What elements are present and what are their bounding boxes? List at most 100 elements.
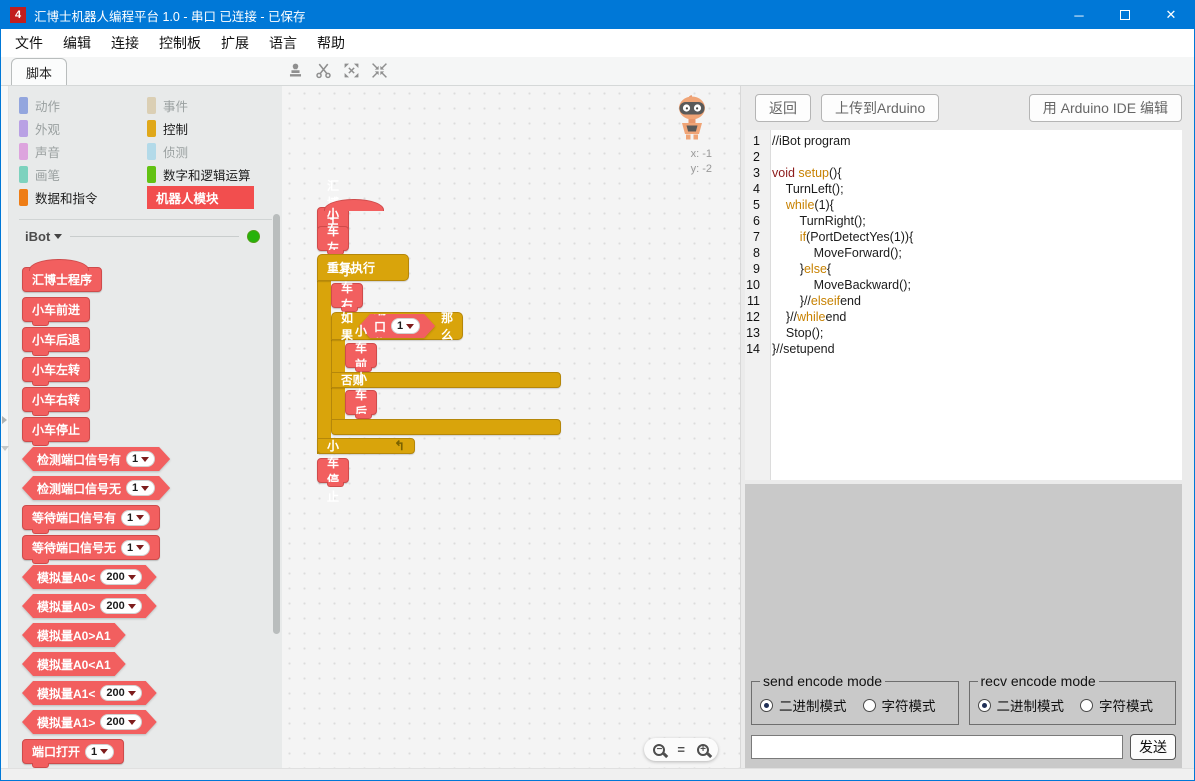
category-item-1[interactable]: 动作 <box>19 94 147 117</box>
category-item-2[interactable]: 外观 <box>19 117 147 140</box>
category-list: 动作外观声音画笔数据和指令 事件控制侦测数字和逻辑运算机器人模块 <box>9 86 282 213</box>
palette-block[interactable]: 小车后退 <box>22 327 90 352</box>
category-item-7[interactable]: 控制 <box>147 117 280 140</box>
menu-item-4[interactable]: 控制板 <box>149 29 211 57</box>
palette-block[interactable]: 模拟量A0< 200 <box>22 565 157 589</box>
edit-in-ide-button[interactable]: 用 Arduino IDE 编辑 <box>1029 94 1182 122</box>
palette-block[interactable]: 等待端口信号无1 <box>22 535 160 560</box>
splitter-scroll-icon[interactable] <box>1 446 9 455</box>
script-condition-block[interactable]: 检测端口信号有 1 <box>359 314 435 338</box>
radio-label: 二进制模式 <box>997 695 1065 715</box>
maximize-button[interactable] <box>1102 1 1148 29</box>
palette-block[interactable]: 模拟量A1<200 <box>22 681 157 705</box>
category-label: 声音 <box>35 142 60 161</box>
value-dropdown[interactable]: 1 <box>121 540 150 556</box>
value-dropdown[interactable]: 200 <box>100 714 141 730</box>
script-block-turn-left[interactable]: 小车左转 <box>317 226 349 251</box>
category-label: 事件 <box>163 96 188 115</box>
palette-block[interactable]: 小车停止 <box>22 417 90 442</box>
shrink-icon[interactable] <box>371 62 388 79</box>
zoom-in-button[interactable]: + <box>697 744 709 756</box>
cut-scissors-icon[interactable] <box>315 62 332 79</box>
generated-code-view[interactable]: 1//iBot program23void setup(){4 TurnLeft… <box>745 130 1182 480</box>
value-dropdown[interactable]: 1 <box>121 510 150 526</box>
category-item-8[interactable]: 侦测 <box>147 140 280 163</box>
script-block-backward[interactable]: 小车后退 <box>345 390 377 415</box>
block-label: 端口打开 <box>32 743 80 760</box>
send-button[interactable]: 发送 <box>1130 734 1176 760</box>
grow-icon[interactable] <box>343 62 360 79</box>
palette-block[interactable]: 检测端口信号有 1 <box>22 447 170 471</box>
code-text: }//whileend <box>765 309 846 325</box>
value-dropdown[interactable]: 200 <box>100 569 141 585</box>
menu-item-1[interactable]: 文件 <box>5 29 53 57</box>
category-color-swatch <box>19 143 28 160</box>
block-label: 小车停止 <box>32 421 80 438</box>
value-dropdown[interactable]: 200 <box>100 598 141 614</box>
menu-item-5[interactable]: 扩展 <box>211 29 259 57</box>
zoom-out-button[interactable]: − <box>653 744 665 756</box>
code-text: }//setupend <box>765 341 835 357</box>
value-dropdown[interactable]: 1 <box>85 744 114 760</box>
zoom-reset-button[interactable]: = <box>677 742 685 757</box>
menu-item-2[interactable]: 编辑 <box>53 29 101 57</box>
palette-block[interactable]: 模拟量A0<A1 <box>22 652 126 676</box>
tab-script[interactable]: 脚本 <box>11 58 67 85</box>
palette-block[interactable]: 模拟量A0>A1 <box>22 623 126 647</box>
menu-item-3[interactable]: 连接 <box>101 29 149 57</box>
script-block-forward[interactable]: 小车前进 <box>345 343 377 368</box>
value-dropdown[interactable]: 200 <box>100 685 141 701</box>
palette-block[interactable]: 模拟量A0> 200 <box>22 594 157 618</box>
palette-block[interactable]: 等待端口信号有1 <box>22 505 160 530</box>
palette-block[interactable]: 小车右转 <box>22 387 90 412</box>
palette-block[interactable]: 模拟量A1>200 <box>22 710 157 734</box>
menu-item-7[interactable]: 帮助 <box>307 29 355 57</box>
category-item-10[interactable]: 机器人模块 <box>147 186 254 209</box>
palette-block[interactable]: 小车左转 <box>22 357 90 382</box>
recv-binary-radio[interactable]: 二进制模式 <box>978 695 1065 715</box>
device-name[interactable]: iBot <box>25 229 50 244</box>
block-label: 模拟量A0> <box>37 598 95 615</box>
minimize-button[interactable]: ─ <box>1056 1 1102 29</box>
bottom-strip <box>1 768 1194 780</box>
back-button[interactable]: 返回 <box>755 94 811 122</box>
recv-char-radio[interactable]: 字符模式 <box>1080 695 1153 715</box>
script-block-if[interactable]: 如果 检测端口信号有 1 那么 <box>331 312 463 340</box>
palette-block[interactable]: 汇博士程序 <box>22 267 102 292</box>
category-item-6[interactable]: 事件 <box>147 94 280 117</box>
palette-block[interactable]: 检测端口信号无1 <box>22 476 170 500</box>
if-block-bottom-bar[interactable] <box>331 419 561 435</box>
category-item-4[interactable]: 画笔 <box>19 163 147 186</box>
close-button[interactable]: ✕ <box>1148 1 1194 29</box>
category-item-9[interactable]: 数字和逻辑运算 <box>147 163 280 186</box>
upload-arduino-button[interactable]: 上传到Arduino <box>821 94 939 122</box>
code-line: 1//iBot program <box>745 133 1182 149</box>
script-block-stop[interactable]: 小车停止 <box>317 458 349 483</box>
palette-block[interactable]: 小车前进 <box>22 297 90 322</box>
robot-sprite[interactable] <box>673 129 711 146</box>
send-char-radio[interactable]: 字符模式 <box>863 695 936 715</box>
block-label: 检测端口信号有 <box>37 451 121 468</box>
duplicate-stamp-icon[interactable] <box>287 62 304 79</box>
script-canvas[interactable]: x: -1 y: -2 汇博士程序 小车左转 重复执行 小车右转 如果 检测端口… <box>282 86 741 768</box>
block-label: 小车左转 <box>32 361 80 378</box>
script-block-turn-right[interactable]: 小车右转 <box>331 283 363 308</box>
palette-scrollbar[interactable] <box>273 214 280 634</box>
menu-item-6[interactable]: 语言 <box>259 29 307 57</box>
value-dropdown[interactable]: 1 <box>126 480 155 496</box>
block-label: 小车右转 <box>32 391 80 408</box>
send-binary-radio[interactable]: 二进制模式 <box>760 695 847 715</box>
repeat-block-spine[interactable] <box>317 280 331 454</box>
left-splitter[interactable] <box>1 86 9 768</box>
palette-block[interactable]: 端口打开 1 <box>22 739 124 764</box>
category-item-5[interactable]: 数据和指令 <box>19 186 147 209</box>
script-block-repeat[interactable]: 重复执行 <box>317 254 409 281</box>
dropdown-value: 1 <box>91 746 97 758</box>
category-item-3[interactable]: 声音 <box>19 140 147 163</box>
serial-send-input[interactable] <box>751 735 1123 759</box>
port-dropdown[interactable]: 1 <box>391 318 420 334</box>
value-dropdown[interactable]: 1 <box>126 451 155 467</box>
chevron-down-icon[interactable] <box>54 234 62 243</box>
block-label: 模拟量A0< <box>37 569 95 586</box>
code-text <box>765 149 772 165</box>
